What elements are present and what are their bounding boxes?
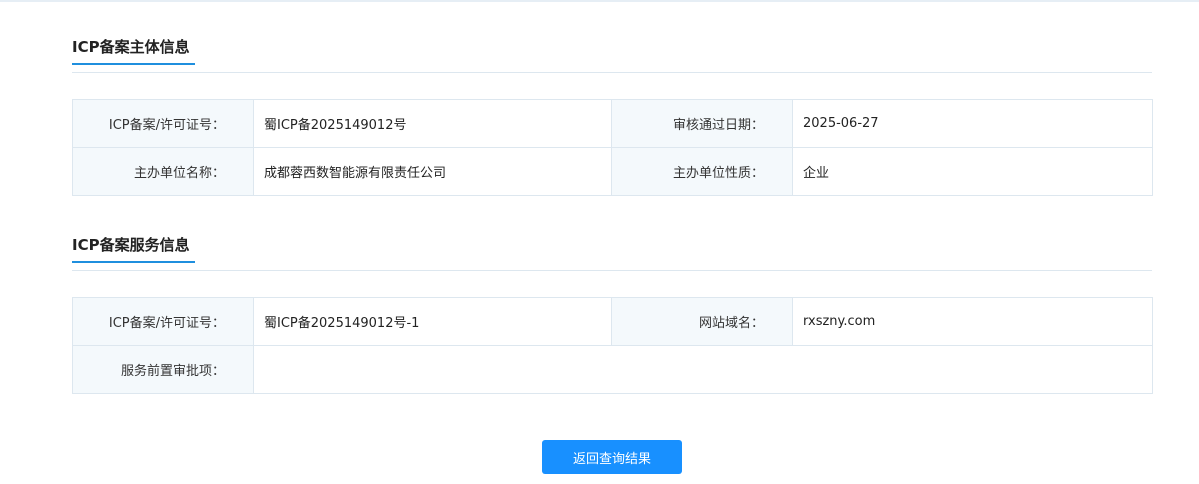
organizer-name-label: 主办单位名称： — [72, 147, 254, 196]
subject-info-table: ICP备案/许可证号： 蜀ICP备2025149012号 审核通过日期： 202… — [72, 99, 1153, 196]
domain-label: 网站域名： — [611, 297, 793, 346]
organizer-type-label: 主办单位性质： — [611, 147, 793, 196]
table-row: 服务前置审批项： — [72, 345, 1153, 394]
license-number-value: 蜀ICP备2025149012号 — [253, 99, 612, 148]
subject-title-underline — [72, 63, 195, 65]
license-number-label: ICP备案/许可证号： — [72, 99, 254, 148]
service-section-title: ICP备案服务信息 — [72, 236, 190, 254]
service-license-value: 蜀ICP备2025149012号-1 — [253, 297, 612, 346]
approval-date-label: 审核通过日期： — [611, 99, 793, 148]
table-row: 主办单位名称： 成都蓉西数智能源有限责任公司 主办单位性质： 企业 — [72, 147, 1153, 196]
service-section-divider — [72, 270, 1152, 271]
service-info-table: ICP备案/许可证号： 蜀ICP备2025149012号-1 网站域名： rxs… — [72, 297, 1153, 394]
subject-section-title: ICP备案主体信息 — [72, 38, 190, 56]
table-row: ICP备案/许可证号： 蜀ICP备2025149012号 审核通过日期： 202… — [72, 99, 1153, 148]
domain-value: rxszny.com — [792, 297, 1153, 346]
organizer-type-value: 企业 — [792, 147, 1153, 196]
approval-date-value: 2025-06-27 — [792, 99, 1153, 148]
service-title-underline — [72, 261, 195, 263]
pre-approval-value — [253, 345, 1153, 394]
top-border-strip — [0, 0, 1199, 2]
back-to-results-button[interactable]: 返回查询结果 — [542, 440, 682, 474]
pre-approval-label: 服务前置审批项： — [72, 345, 254, 394]
service-license-label: ICP备案/许可证号： — [72, 297, 254, 346]
table-row: ICP备案/许可证号： 蜀ICP备2025149012号-1 网站域名： rxs… — [72, 297, 1153, 346]
subject-section-divider — [72, 72, 1152, 73]
organizer-name-value: 成都蓉西数智能源有限责任公司 — [253, 147, 612, 196]
